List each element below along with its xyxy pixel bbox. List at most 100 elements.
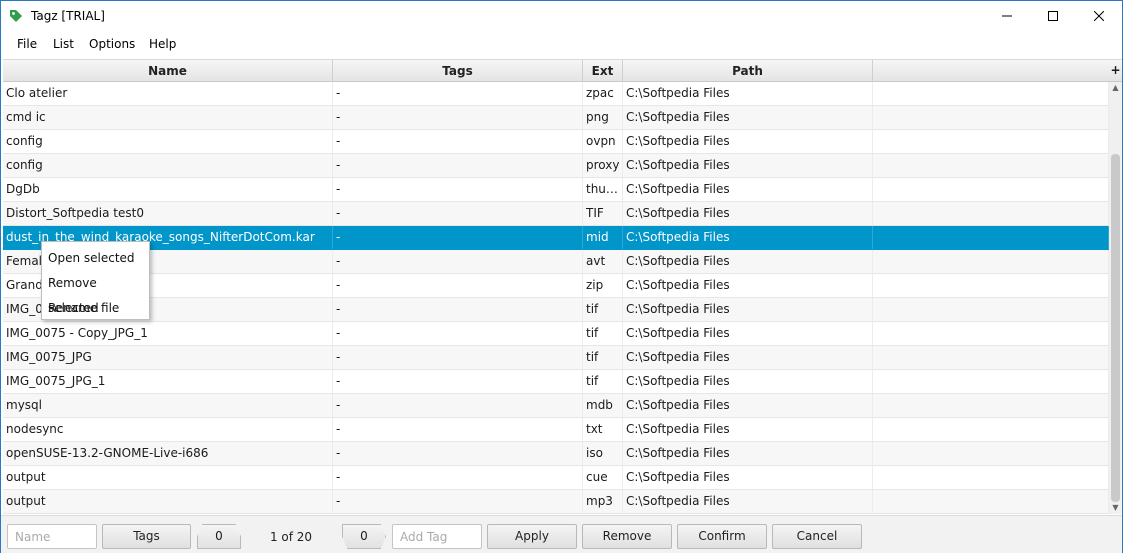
- table-row[interactable]: output - cue C:\Softpedia Files: [3, 466, 1109, 490]
- table-row[interactable]: IMG_0075_JPG - tif C:\Softpedia Files: [3, 346, 1109, 370]
- column-header-name[interactable]: Name: [3, 60, 333, 82]
- cell-name: Clo atelier: [3, 82, 333, 105]
- table-body: Clo atelier - zpac C:\Softpedia Files cmd ic…: [3, 82, 1109, 514]
- scrollbar-thumb[interactable]: [1111, 154, 1120, 502]
- app-window: Tagz [TRIAL] File List Options Help Name…: [0, 0, 1123, 553]
- cell-path: C:\Softpedia Files: [623, 106, 873, 129]
- cell-ext: proxy: [583, 154, 623, 177]
- table-row[interactable]: Clo atelier - zpac C:\Softpedia Files: [3, 82, 1109, 106]
- table-row[interactable]: Grand … (U)-zipC:\Softpedia Files: [3, 274, 1109, 298]
- table-row[interactable]: IMG_0075 - Copy_JPG_1- tif C:\Softpedia Fi…: [3, 322, 1109, 346]
- vertical-scrollbar[interactable]: ▲ ▼: [1109, 82, 1122, 514]
- cell-filler: [873, 418, 1109, 441]
- cell-filler: [873, 370, 1109, 393]
- cell-ext: mdb: [583, 394, 623, 417]
- cell-filler: [873, 442, 1109, 465]
- cell-path: C:\Softpedia Files: [623, 178, 873, 201]
- table-row[interactable]: Female - avt C:\Softpedia Files: [3, 250, 1109, 274]
- cell-ext: cue: [583, 466, 623, 489]
- cell-tags: -: [333, 274, 583, 297]
- menu-options[interactable]: Options: [89, 37, 135, 51]
- remove-button[interactable]: Remove: [582, 524, 672, 549]
- cell-name: openSUSE-13.2-GNOME-Live-i686: [3, 442, 333, 465]
- cell-path: C:\Softpedia Files: [623, 370, 873, 393]
- cell-path: C:\Softpedia Files: [623, 130, 873, 153]
- cell-name: mysql: [3, 394, 333, 417]
- cell-path: C:\Softpedia Files: [623, 202, 873, 225]
- table-row[interactable]: IMG_00- tif C:\Softpedia Files: [3, 298, 1109, 322]
- menu-bar: File List Options Help: [1, 33, 1122, 55]
- cell-ext: zpac: [583, 82, 623, 105]
- cell-path: C:\Softpedia Files: [623, 226, 873, 249]
- cell-path: C:\Softpedia Files: [623, 490, 873, 513]
- cell-ext: mp3: [583, 490, 623, 513]
- maximize-button[interactable]: [1030, 1, 1076, 31]
- table-row[interactable]: cmd ic - png C:\Softpedia Files: [3, 106, 1109, 130]
- context-remove-selected[interactable]: Remove selected: [42, 271, 149, 315]
- table-row[interactable]: DgDb - thu… C:\Softpedia Files: [3, 178, 1109, 202]
- cell-path: C:\Softpedia Files: [623, 154, 873, 177]
- apply-button[interactable]: Apply: [487, 524, 577, 549]
- cell-path: C:\Softpedia Files: [623, 250, 873, 273]
- table-row[interactable]: Distort_Softpedia test0- TIF C:\Softpedia …: [3, 202, 1109, 226]
- cell-name: output: [3, 466, 333, 489]
- column-menu-button[interactable]: +: [1109, 60, 1122, 82]
- cell-path: C:\Softpedia Files: [623, 346, 873, 369]
- cell-tags: -: [333, 250, 583, 273]
- title-bar: Tagz [TRIAL]: [1, 1, 1122, 31]
- minimize-button[interactable]: [984, 1, 1030, 31]
- table-row[interactable]: config - proxy C:\Softpedia Files: [3, 154, 1109, 178]
- close-button[interactable]: [1076, 1, 1122, 31]
- tags-button[interactable]: Tags: [102, 524, 191, 549]
- cell-filler: [873, 178, 1109, 201]
- name-filter-input[interactable]: [7, 524, 97, 549]
- context-rename-file[interactable]: Rename file: [42, 296, 149, 321]
- table-row[interactable]: mysql - mdb C:\Softpedia Files: [3, 394, 1109, 418]
- column-header-tags[interactable]: Tags: [333, 60, 583, 82]
- cell-ext: TIF: [583, 202, 623, 225]
- close-icon: [1094, 11, 1104, 21]
- cell-filler: [873, 322, 1109, 345]
- table-row[interactable]: IMG_0075_JPG_1- tif C:\Softpedia Files: [3, 370, 1109, 394]
- column-header-filler: [873, 60, 1109, 82]
- cell-tags: -: [333, 178, 583, 201]
- cell-path: C:\Softpedia Files: [623, 394, 873, 417]
- cell-ext: avt: [583, 250, 623, 273]
- tag-icon: [10, 10, 22, 22]
- cell-name: IMG_0075 - Copy_JPG_1: [3, 322, 333, 345]
- cell-filler: [873, 346, 1109, 369]
- scroll-down-arrow-icon[interactable]: ▼: [1109, 502, 1122, 514]
- column-header-ext[interactable]: Ext: [583, 60, 623, 82]
- count-left-badge: 0: [197, 524, 241, 549]
- table-row[interactable]: config - ovpn C:\Softpedia Files: [3, 130, 1109, 154]
- add-tag-input[interactable]: [392, 524, 482, 549]
- table-row[interactable]: output - mp3 C:\Softpedia Files: [3, 490, 1109, 514]
- cell-path: C:\Softpedia Files: [623, 82, 873, 105]
- table-row[interactable]: openSUSE-13.2-GNOME-Live-i686- iso C:\Soft…: [3, 442, 1109, 466]
- cell-tags: -: [333, 154, 583, 177]
- cell-path: C:\Softpedia Files: [623, 442, 873, 465]
- confirm-button[interactable]: Confirm: [677, 524, 767, 549]
- cell-path: C:\Softpedia Files: [623, 274, 873, 297]
- cell-ext: tif: [583, 346, 623, 369]
- column-header-path[interactable]: Path: [623, 60, 873, 82]
- table-row[interactable]: nodesync - txt C:\Softpedia Files: [3, 418, 1109, 442]
- context-open-selected[interactable]: Open selected: [42, 246, 149, 271]
- table-row[interactable]: dust_in_the_wind_karaoke_songs_NifterDot…: [3, 226, 1109, 250]
- cell-filler: [873, 106, 1109, 129]
- table-header: Name Tags Ext Path: [3, 60, 1109, 82]
- cell-filler: [873, 202, 1109, 225]
- menu-file[interactable]: File: [17, 37, 37, 51]
- menu-list[interactable]: List: [53, 37, 74, 51]
- cell-tags: -: [333, 346, 583, 369]
- cell-name: cmd ic: [3, 106, 333, 129]
- scroll-up-arrow-icon[interactable]: ▲: [1109, 82, 1122, 94]
- cell-ext: ovpn: [583, 130, 623, 153]
- cell-name: IMG_0075_JPG_1: [3, 370, 333, 393]
- cell-tags: -: [333, 226, 583, 249]
- menu-help[interactable]: Help: [149, 37, 176, 51]
- cell-filler: [873, 154, 1109, 177]
- cell-name: output: [3, 490, 333, 513]
- cell-path: C:\Softpedia Files: [623, 418, 873, 441]
- cancel-button[interactable]: Cancel: [772, 524, 862, 549]
